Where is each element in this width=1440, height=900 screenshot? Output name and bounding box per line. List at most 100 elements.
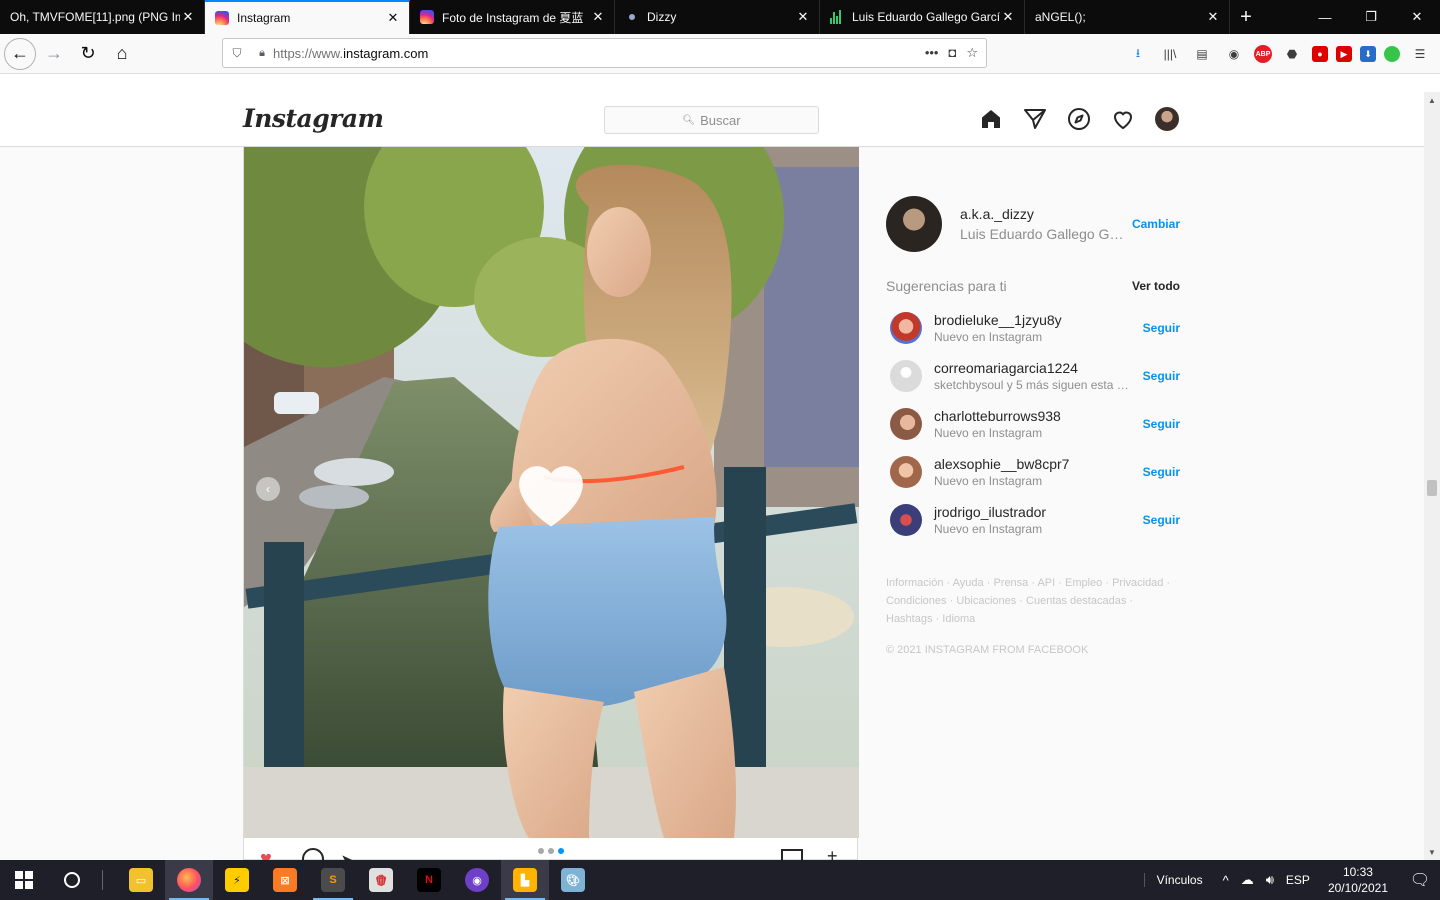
file-explorer-icon[interactable]: ▭ (117, 860, 165, 900)
sublime-text-icon[interactable]: S (309, 860, 357, 900)
minimize-icon[interactable]: — (1302, 0, 1348, 34)
extension-icon[interactable]: ⬣ (1280, 42, 1304, 66)
carousel-prev-icon[interactable]: ‹ (256, 477, 280, 501)
windows-start-icon[interactable] (0, 860, 48, 900)
sidebar-icon[interactable]: ▤ (1190, 42, 1214, 66)
more-icon[interactable]: + (827, 846, 838, 860)
suggestion-username[interactable]: correomariagarcia1224 (934, 360, 1143, 376)
footer-link[interactable]: Condiciones (886, 595, 947, 607)
current-username[interactable]: a.k.a._dizzy (960, 206, 1132, 222)
notifications-icon[interactable]: 🗨︎ (1400, 860, 1440, 900)
tab-instagram-photo[interactable]: Foto de Instagram de 夏蓝 ✕ (410, 0, 615, 34)
comment-icon[interactable] (302, 848, 324, 860)
profile-avatar[interactable] (1154, 106, 1180, 132)
library-icon[interactable]: |||\ (1158, 42, 1182, 66)
scroll-up-icon[interactable]: ▲ (1424, 92, 1440, 108)
instagram-logo[interactable]: Instagram (243, 104, 384, 133)
footer-link[interactable]: API (1037, 577, 1055, 589)
close-tab-icon[interactable]: ✕ (795, 9, 811, 25)
share-icon[interactable]: ➤ (340, 849, 357, 860)
suggestion-username[interactable]: jrodrigo_ilustrador (934, 504, 1143, 520)
clock[interactable]: 10:33 20/10/2021 (1328, 864, 1388, 896)
follow-button[interactable]: Seguir (1143, 369, 1180, 383)
links-toolbar[interactable]: Vínculos (1143, 873, 1203, 887)
tab-instagram[interactable]: Instagram ✕ (205, 0, 410, 34)
url-text[interactable]: https://www.instagram.com (273, 46, 925, 61)
address-bar[interactable]: ⛉ 🔒︎ https://www.instagram.com ••• ◘ ☆ (222, 38, 987, 68)
tab-luis[interactable]: Luis Eduardo Gallego Garcí ✕ (820, 0, 1025, 34)
popcorn-icon[interactable]: 🍿︎ (357, 860, 405, 900)
paint-icon[interactable]: 🎨︎ (549, 860, 597, 900)
suggestion-username[interactable]: alexsophie__bw8cpr7 (934, 456, 1143, 472)
footer-link[interactable]: Hashtags (886, 613, 932, 625)
footer-link[interactable]: Ayuda (953, 577, 984, 589)
photos-app-icon[interactable]: ▙ (501, 860, 549, 900)
scroll-thumb[interactable] (1427, 480, 1437, 496)
suggestion-username[interactable]: brodieluke__1jzyu8y (934, 312, 1143, 328)
close-tab-icon[interactable]: ✕ (385, 10, 401, 26)
footer-link[interactable]: Información (886, 577, 943, 589)
suggestion-username[interactable]: charlotteburrows938 (934, 408, 1143, 424)
download-icon[interactable]: ⭳ (1126, 42, 1150, 66)
volume-icon[interactable]: 🔊︎ (1266, 872, 1274, 888)
footer-link[interactable]: Empleo (1065, 577, 1102, 589)
footer-link[interactable]: Cuentas destacadas (1026, 595, 1126, 607)
video-extension-icon[interactable]: ▶ (1336, 46, 1352, 62)
follow-button[interactable]: Seguir (1143, 417, 1180, 431)
video-downloader-icon[interactable]: ⬇ (1360, 46, 1376, 62)
footer-link[interactable]: Ubicaciones (956, 595, 1016, 607)
explore-compass-icon[interactable] (1066, 106, 1092, 132)
suggestion-avatar[interactable] (890, 360, 922, 392)
switch-account-button[interactable]: Cambiar (1132, 217, 1180, 231)
tools-app-icon[interactable]: ⚡ (213, 860, 261, 900)
menu-hamburger-icon[interactable]: ☰ (1408, 42, 1432, 66)
new-tab-plus-icon[interactable]: + (1230, 0, 1262, 34)
direct-message-icon[interactable] (1022, 106, 1048, 132)
search-input[interactable]: 🔍︎ Buscar (604, 106, 819, 134)
account-icon[interactable]: ◉ (1222, 42, 1246, 66)
network-icon[interactable]: ☁ (1241, 872, 1254, 888)
pocket-icon[interactable]: ◘ (948, 45, 956, 61)
suggestion-avatar[interactable] (890, 456, 922, 488)
xampp-icon[interactable]: ⊠ (261, 860, 309, 900)
save-bookmark-icon[interactable] (781, 849, 803, 860)
close-tab-icon[interactable]: ✕ (590, 9, 606, 25)
tab-png[interactable]: Oh, TMVFOME[11].png (PNG Im ✕ (0, 0, 205, 34)
close-tab-icon[interactable]: ✕ (1000, 9, 1016, 25)
follow-button[interactable]: Seguir (1143, 465, 1180, 479)
page-actions-icon[interactable]: ••• (925, 45, 939, 61)
close-tab-icon[interactable]: ✕ (180, 9, 196, 25)
suggestion-avatar[interactable] (890, 312, 922, 344)
page-scrollbar[interactable]: ▲ ▼ (1424, 92, 1440, 860)
like-heart-icon[interactable]: ♥ (260, 848, 272, 860)
follow-button[interactable]: Seguir (1143, 321, 1180, 335)
firefox-icon[interactable] (165, 860, 213, 900)
close-tab-icon[interactable]: ✕ (1205, 9, 1221, 25)
chevron-up-icon[interactable]: ^ (1223, 873, 1229, 888)
suggestion-avatar[interactable] (890, 504, 922, 536)
suggestion-avatar[interactable] (890, 408, 922, 440)
home-icon[interactable] (978, 106, 1004, 132)
back-arrow-icon[interactable]: ← (4, 37, 36, 70)
footer-link[interactable]: Idioma (942, 613, 975, 625)
scroll-down-icon[interactable]: ▼ (1424, 844, 1440, 860)
netflix-icon[interactable]: N (405, 860, 453, 900)
cortana-search-icon[interactable] (48, 860, 96, 900)
green-extension-icon[interactable] (1384, 46, 1400, 62)
activity-heart-icon[interactable] (1110, 106, 1136, 132)
stop-extension-icon[interactable]: ● (1312, 46, 1328, 62)
close-window-icon[interactable]: ✕ (1394, 0, 1440, 34)
post-photo[interactable]: ‹ (244, 147, 859, 838)
reload-icon[interactable]: ↻ (72, 38, 104, 70)
home-icon[interactable]: ⌂ (106, 38, 138, 70)
footer-link[interactable]: Prensa (993, 577, 1028, 589)
footer-link[interactable]: Privacidad (1112, 577, 1163, 589)
tab-dizzy[interactable]: Dizzy ✕ (615, 0, 820, 34)
forward-arrow-icon[interactable]: → (38, 38, 70, 70)
bookmark-star-icon[interactable]: ☆ (966, 45, 978, 61)
github-icon[interactable]: ◉ (453, 860, 501, 900)
tracking-shield-icon[interactable]: ⛉ (223, 46, 251, 61)
maximize-icon[interactable]: ❐ (1348, 0, 1394, 34)
tab-angel[interactable]: aNGEL(); ✕ (1025, 0, 1230, 34)
adblock-icon[interactable]: ABP (1254, 45, 1272, 63)
